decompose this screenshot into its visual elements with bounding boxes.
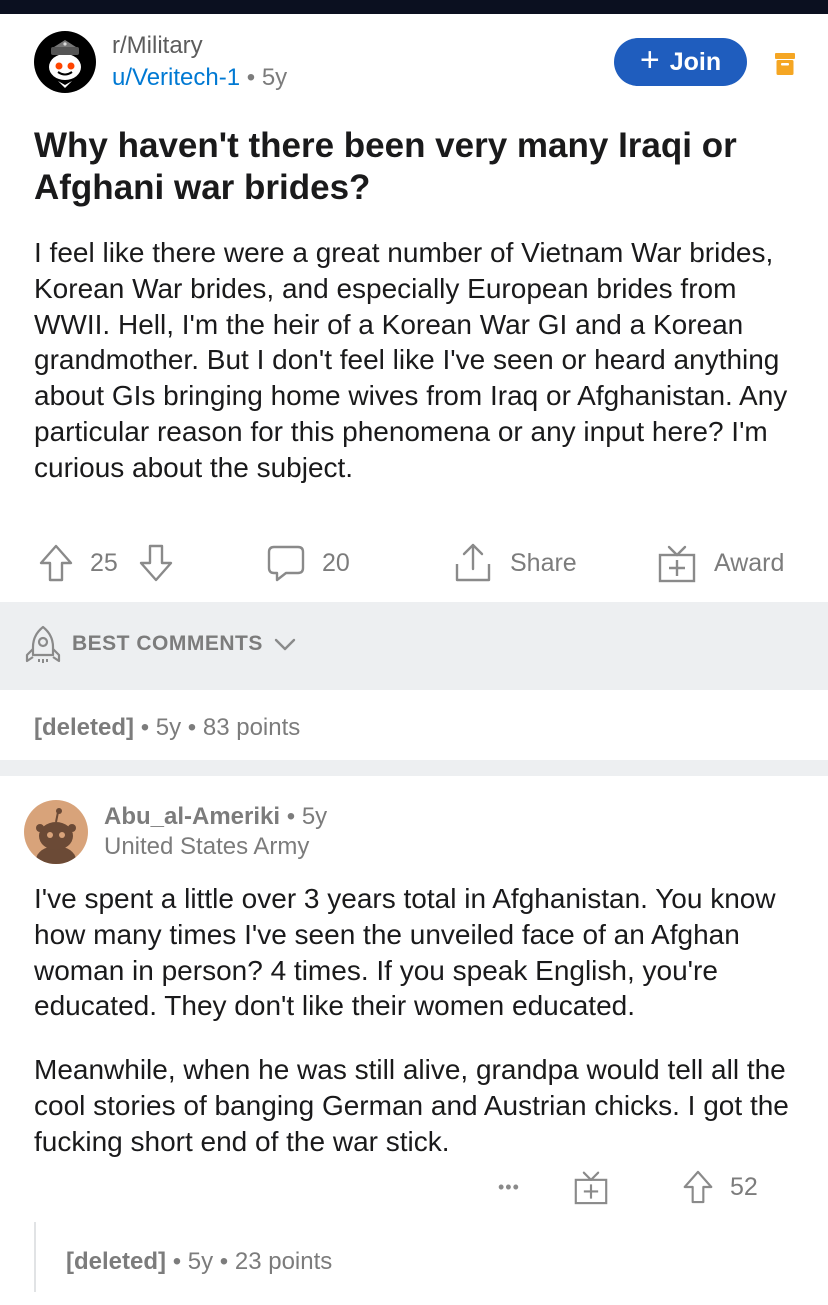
user-flair: United States Army: [104, 833, 310, 860]
post-body: I feel like there were a great number of…: [34, 237, 788, 483]
downvote-button[interactable]: [138, 536, 174, 590]
plus-icon: +: [639, 41, 660, 79]
separator: •: [187, 714, 197, 741]
upvote-icon: [39, 544, 73, 582]
share-label: Share: [510, 548, 577, 577]
comment-points: 83 points: [202, 714, 301, 741]
award-icon: [658, 545, 696, 583]
comment-author[interactable]: Abu_al-Ameriki: [104, 803, 280, 830]
section-divider: [0, 760, 828, 776]
downvote-icon: [139, 544, 173, 582]
status-bar: [0, 0, 828, 14]
upvote-icon: [683, 1170, 713, 1204]
comment-age: 5y: [301, 803, 328, 830]
comment-age: 5y: [187, 1248, 214, 1275]
separator: •: [172, 1248, 182, 1275]
post-author[interactable]: u/Veritech-1: [112, 64, 240, 91]
comment-paragraph: Meanwhile, when he was still alive, gran…: [34, 1054, 789, 1157]
sort-label: BEST COMMENTS: [72, 632, 263, 655]
award-label: Award: [714, 548, 785, 577]
sort-dropdown[interactable]: BEST COMMENTS: [24, 624, 297, 664]
save-icon[interactable]: [774, 52, 796, 76]
separator: •: [140, 714, 150, 741]
post-action-bar: 25 20 Share Award: [0, 536, 828, 590]
comment-action-bar: ••• 52: [0, 1162, 828, 1212]
upvote-button[interactable]: [38, 536, 74, 590]
post-vote-count: 25: [90, 548, 118, 577]
award-button[interactable]: Award: [658, 536, 784, 590]
separator: •: [219, 1248, 229, 1275]
comment-age: 5y: [155, 714, 182, 741]
comment-points: 23 points: [234, 1248, 333, 1275]
post-author-line: u/Veritech-1 • 5y: [112, 64, 287, 92]
share-icon: [455, 543, 491, 582]
comment-author-line: Abu_al-Ameriki • 5y: [104, 803, 327, 831]
comment-count: 20: [322, 548, 350, 577]
comment-award-button[interactable]: [574, 1162, 608, 1212]
deleted-reply-meta[interactable]: [deleted] • 5y • 23 points: [66, 1248, 332, 1276]
post-title[interactable]: Why haven't there been very many Iraqi o…: [34, 125, 804, 209]
comment-icon: [267, 545, 305, 582]
comment-upvote-button[interactable]: 52: [682, 1162, 758, 1212]
deleted-comment-meta[interactable]: [deleted] • 5y • 83 points: [34, 714, 300, 742]
share-button[interactable]: Share: [454, 536, 577, 590]
comment-vote-count: 52: [730, 1172, 758, 1201]
rocket-icon: [25, 625, 61, 663]
post-age: 5y: [261, 64, 288, 91]
thread-line[interactable]: [34, 1222, 36, 1292]
comments-button[interactable]: 20: [266, 536, 350, 590]
chevron-down-icon: [274, 638, 296, 651]
join-label: Join: [669, 47, 722, 76]
join-button[interactable]: + Join: [614, 38, 747, 86]
snoo-avatar[interactable]: [24, 800, 88, 864]
award-icon: [574, 1171, 608, 1205]
deleted-author: [deleted]: [66, 1248, 167, 1275]
comment-paragraph: I've spent a little over 3 years total i…: [34, 883, 776, 1022]
subreddit-name[interactable]: r/Military: [112, 32, 203, 60]
deleted-author: [deleted]: [34, 714, 135, 741]
subreddit-avatar[interactable]: [34, 31, 96, 93]
separator: •: [286, 803, 296, 830]
separator: •: [246, 64, 256, 91]
more-icon[interactable]: •••: [498, 1162, 520, 1212]
